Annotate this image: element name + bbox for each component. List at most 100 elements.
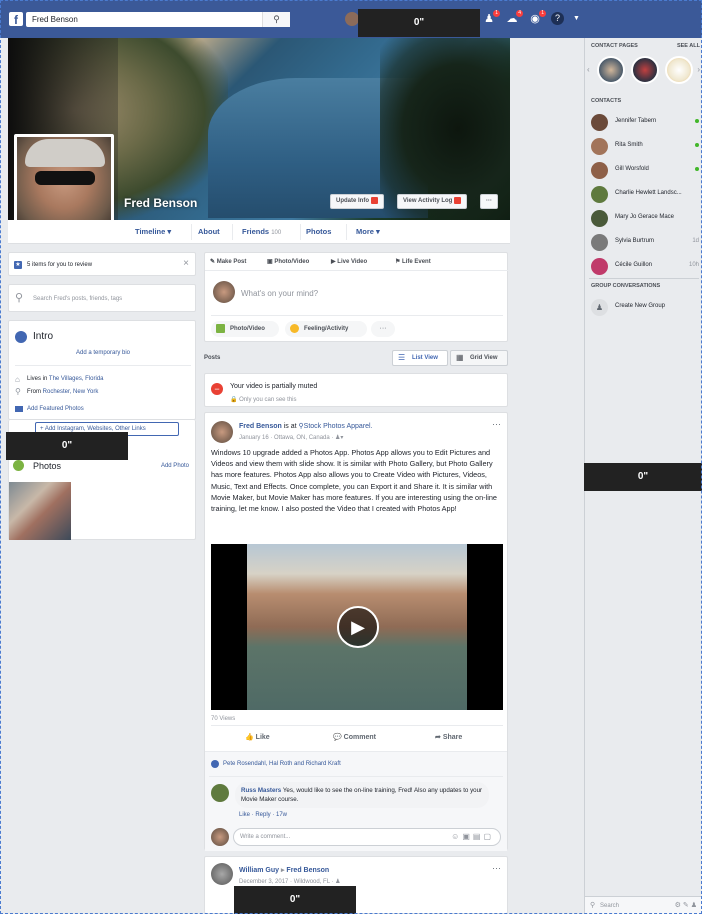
from-prefix: From — [27, 389, 43, 395]
contact-item[interactable]: Sylvia Burtrum 1d — [591, 232, 699, 251]
divider — [191, 224, 192, 240]
add-photo-link[interactable]: Add Photo — [161, 463, 189, 469]
chat-options-icons[interactable]: ⚙✎♟ — [675, 901, 699, 909]
like-button[interactable]: 👍 Like — [245, 733, 270, 741]
photo-video-button[interactable]: Photo/Video — [211, 321, 279, 337]
last-active: 1d — [692, 238, 699, 244]
contact-item[interactable]: Jennifer Tabern — [591, 112, 699, 131]
review-card[interactable]: ★ 5 items for you to review × — [8, 252, 196, 276]
comment-button[interactable]: 💬 Comment — [333, 733, 376, 741]
list-view-button[interactable]: ☰ List View — [392, 350, 448, 366]
posts-header: Posts ☰ List View ▦ Grid View — [204, 350, 508, 368]
composer-input[interactable]: What's on your mind? — [241, 289, 318, 298]
tab-about[interactable]: About — [198, 220, 220, 244]
update-info-button[interactable]: Update Info — [330, 194, 384, 209]
photo-video-btn-label: Photo/Video — [230, 326, 265, 332]
chevron-right-icon[interactable]: › — [697, 65, 700, 74]
contact-page-avatar[interactable] — [631, 56, 659, 84]
post-author-link[interactable]: Fred Benson — [239, 423, 282, 430]
contact-item[interactable]: Cécile Guillon 10h — [591, 256, 699, 275]
make-post-tab[interactable]: ✎ Make Post — [210, 258, 246, 265]
post-options-icon[interactable]: ··· — [492, 863, 501, 873]
chevron-left-icon[interactable]: ‹ — [587, 65, 590, 74]
comment-tools-icons[interactable]: ☺▣▤▢ — [451, 832, 494, 841]
life-event-tab[interactable]: ⚑ Life Event — [395, 258, 431, 265]
photo-video-tab[interactable]: ▣ Photo/Video — [267, 258, 309, 265]
audience-icon[interactable]: ♟▾ — [335, 435, 343, 441]
messages-icon[interactable]: ☁ 4 — [505, 10, 523, 26]
post-author-link[interactable]: William Guy — [239, 867, 279, 874]
chat-search-bar[interactable]: ⚲ Search ⚙✎♟ — [585, 896, 702, 914]
play-icon[interactable]: ▶ — [337, 606, 379, 648]
create-group-button[interactable]: ♟ Create New Group — [591, 297, 699, 316]
view-activity-log-button[interactable]: View Activity Log — [397, 194, 468, 209]
friend-requests-icon[interactable]: ♟ 1 — [482, 10, 500, 26]
profile-picture[interactable] — [14, 134, 114, 234]
contact-item[interactable]: Gill Worsfold — [591, 160, 699, 179]
from-link[interactable]: Rochester, New York — [43, 389, 99, 395]
contact-item[interactable]: Mary Jo Gerace Mace — [591, 208, 699, 227]
tab-timeline[interactable]: Timeline ▾ — [135, 220, 171, 244]
contact-name: Cécile Guillon — [615, 262, 653, 268]
view-count: 70 Views — [211, 716, 236, 722]
profile-name[interactable]: Fred Benson — [124, 196, 197, 210]
contact-name: Gill Worsfold — [615, 166, 649, 172]
live-video-tab[interactable]: ▶ Live Video — [331, 258, 367, 265]
composer-more-button[interactable]: ··· — [371, 321, 395, 337]
avatar[interactable] — [211, 421, 233, 443]
write-comment-input[interactable]: Write a comment... ☺▣▤▢ — [233, 828, 501, 846]
help-icon[interactable]: ? — [551, 12, 564, 25]
post-options-icon[interactable]: ··· — [492, 419, 501, 429]
close-icon[interactable]: × — [183, 258, 189, 269]
contact-page-avatar[interactable] — [597, 56, 625, 84]
post-header: William Guy ▸ Fred Benson — [239, 866, 329, 874]
make-post-label: Make Post — [216, 259, 247, 265]
tab-photos[interactable]: Photos — [306, 220, 331, 244]
see-all-link[interactable]: SEE ALL — [677, 43, 700, 49]
avatar[interactable] — [211, 863, 233, 885]
add-featured-photos-link[interactable]: Add Featured Photos — [27, 406, 84, 412]
home-icon: ⌂ — [15, 375, 20, 384]
chevron-down-icon[interactable]: ▼ — [573, 12, 580, 26]
search-input[interactable]: Fred Benson ⚲ — [26, 12, 290, 27]
tab-friends[interactable]: Friends 100 — [242, 220, 281, 244]
post-text: Windows 10 upgrade added a Photos App. P… — [211, 448, 497, 514]
grid-view-button[interactable]: ▦ Grid View — [450, 350, 508, 366]
post-target-link[interactable]: Fred Benson — [286, 867, 329, 874]
messages-badge: 4 — [516, 10, 523, 17]
reactions-list[interactable]: Pete Rosendahl, Hal Roth and Richard Kra… — [223, 761, 341, 767]
photo-thumbnail[interactable] — [9, 482, 71, 540]
contact-item[interactable]: Charlie Hewlett Landsc... — [591, 184, 699, 203]
share-button[interactable]: ➦ Share — [435, 733, 462, 741]
tab-more[interactable]: More ▾ — [356, 220, 380, 244]
list-view-label: List View — [412, 355, 438, 361]
location-link[interactable]: ⚲Stock Photos Apparel. — [299, 423, 373, 430]
contact-page-avatar[interactable] — [665, 56, 693, 84]
chat-search-input[interactable]: Search — [600, 903, 619, 909]
comment-actions[interactable]: Like · Reply · 17w — [239, 812, 287, 818]
avatar[interactable] — [211, 784, 229, 802]
audience-icon[interactable]: ♟ — [335, 879, 340, 885]
add-bio-link[interactable]: Add a temporary bio — [9, 350, 197, 356]
notifications-icon[interactable]: ◉ 1 — [528, 10, 546, 26]
contact-item[interactable]: Rita Smith — [591, 136, 699, 155]
muted-sub-label: Only you can see this — [239, 397, 297, 403]
profile-sunglasses — [35, 171, 95, 185]
video-player[interactable]: ▶ — [211, 544, 503, 710]
composer-tabs: ✎ Make Post ▣ Photo/Video ▶ Live Video ⚑… — [205, 253, 509, 271]
comment-author-link[interactable]: Russ Masters — [241, 787, 281, 794]
feeling-activity-button[interactable]: Feeling/Activity — [285, 321, 367, 337]
lives-in-link[interactable]: The Villages, Florida — [49, 376, 104, 382]
search-posts-input[interactable]: ⚲ Search Fred's posts, friends, tags — [8, 284, 196, 312]
update-info-label: Update Info — [336, 198, 369, 204]
facebook-logo-icon[interactable]: f — [9, 12, 23, 27]
avatar[interactable] — [345, 12, 359, 26]
redaction-box-top: 0" — [358, 9, 480, 37]
contact-name: Charlie Hewlett Landsc... — [615, 190, 682, 196]
contact-name: Sylvia Burtrum — [615, 238, 655, 244]
friends-count: 100 — [271, 230, 282, 236]
cover-more-button[interactable]: ··· — [480, 194, 498, 209]
activity-badge-icon — [454, 196, 462, 204]
post-meta: December 3, 2017 · Wildwood, FL · ♟ — [239, 878, 341, 885]
search-icon[interactable]: ⚲ — [262, 12, 290, 27]
